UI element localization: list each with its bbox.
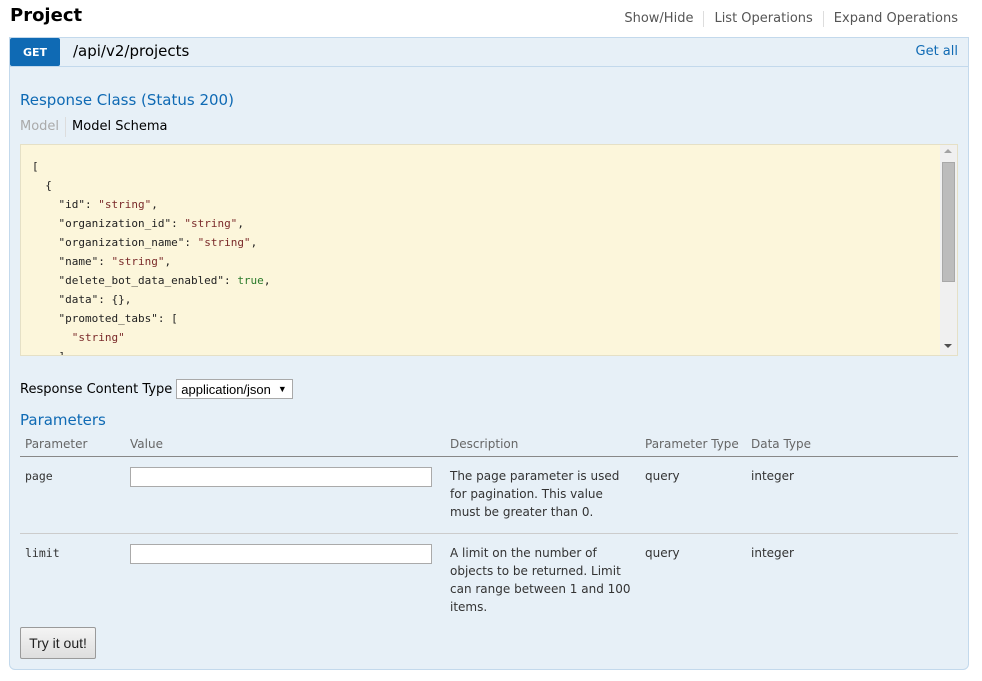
schema-line: { xyxy=(32,179,52,192)
parameter-description: The page parameter is used for paginatio… xyxy=(445,456,640,534)
column-header: Data Type xyxy=(746,436,958,457)
list-operations-link[interactable]: List Operations xyxy=(703,11,822,27)
schema-line: "delete_bot_data_enabled": true, xyxy=(32,274,271,287)
schema-line: "organization_name": "string", xyxy=(32,236,258,249)
schema-line: "id": "string", xyxy=(32,198,158,211)
limit-input[interactable] xyxy=(130,543,432,564)
schema-scrollbar[interactable] xyxy=(940,145,957,355)
parameter-value-cell xyxy=(125,533,445,616)
model-tabs: Model Model Schema xyxy=(20,117,167,137)
column-header: Parameter xyxy=(20,436,125,457)
parameter-row-page: page The page parameter is used for pagi… xyxy=(20,456,958,534)
content-type-select[interactable]: application/json ▼ xyxy=(176,379,293,399)
response-class-heading: Response Class (Status 200) xyxy=(20,91,234,109)
model-schema-box[interactable]: [ { "id": "string", "organization_id": "… xyxy=(20,144,958,356)
response-content-type: Response Content Type application/json ▼ xyxy=(20,379,293,399)
schema-line: ] xyxy=(32,350,65,355)
content-type-label: Response Content Type xyxy=(20,381,173,397)
operation-summary[interactable]: Get all xyxy=(916,44,959,59)
resource-title[interactable]: Project xyxy=(10,5,82,26)
scroll-thumb[interactable] xyxy=(942,162,955,282)
data-type: integer xyxy=(751,545,794,560)
schema-line: "data": {}, xyxy=(32,293,132,306)
column-header: Value xyxy=(125,436,445,457)
data-type: integer xyxy=(746,456,958,534)
expand-operations-link[interactable]: Expand Operations xyxy=(822,11,958,27)
parameter-row-limit: limit A limit on the number of objects t… xyxy=(20,533,958,616)
operation-path[interactable]: /api/v2/projects xyxy=(73,42,189,60)
tab-model-schema[interactable]: Model Schema xyxy=(66,117,167,137)
parameters-table: Parameter Value Description Parameter Ty… xyxy=(20,436,958,616)
schema-line: "string" xyxy=(71,331,125,344)
parameter-description: A limit on the number of objects to be r… xyxy=(450,545,631,614)
column-header: Parameter Type xyxy=(640,436,746,457)
scroll-up-arrow-icon[interactable] xyxy=(944,149,952,153)
schema-line: "promoted_tabs": [ xyxy=(32,312,178,325)
resource-nav: Show/Hide List Operations Expand Operati… xyxy=(614,11,958,27)
parameter-name: page xyxy=(20,456,125,534)
content-type-value: application/json xyxy=(181,381,271,397)
parameters-header-row: Parameter Value Description Parameter Ty… xyxy=(20,436,958,457)
schema-line: "name": "string", xyxy=(32,255,172,268)
parameter-type: query xyxy=(645,545,680,560)
operation-heading[interactable]: GET /api/v2/projects Get all xyxy=(10,38,968,67)
try-it-out-button[interactable]: Try it out! xyxy=(20,627,96,659)
show-hide-link[interactable]: Show/Hide xyxy=(614,11,703,27)
http-method-badge[interactable]: GET xyxy=(10,38,60,66)
schema-line: [ xyxy=(32,160,39,173)
model-schema-code: [ { "id": "string", "organization_id": "… xyxy=(32,157,271,355)
dropdown-arrow-icon: ▼ xyxy=(277,384,287,394)
parameter-value-cell xyxy=(125,456,445,534)
schema-line: "organization_id": "string", xyxy=(32,217,244,230)
parameters-heading: Parameters xyxy=(20,411,106,429)
page-input[interactable] xyxy=(130,466,432,487)
operation-panel: GET /api/v2/projects Get all Response Cl… xyxy=(9,37,969,670)
parameter-type: query xyxy=(640,456,746,534)
parameter-name: limit xyxy=(25,545,60,560)
scroll-down-arrow-icon[interactable] xyxy=(944,344,952,348)
column-header: Description xyxy=(445,436,640,457)
tab-model[interactable]: Model xyxy=(20,117,67,137)
